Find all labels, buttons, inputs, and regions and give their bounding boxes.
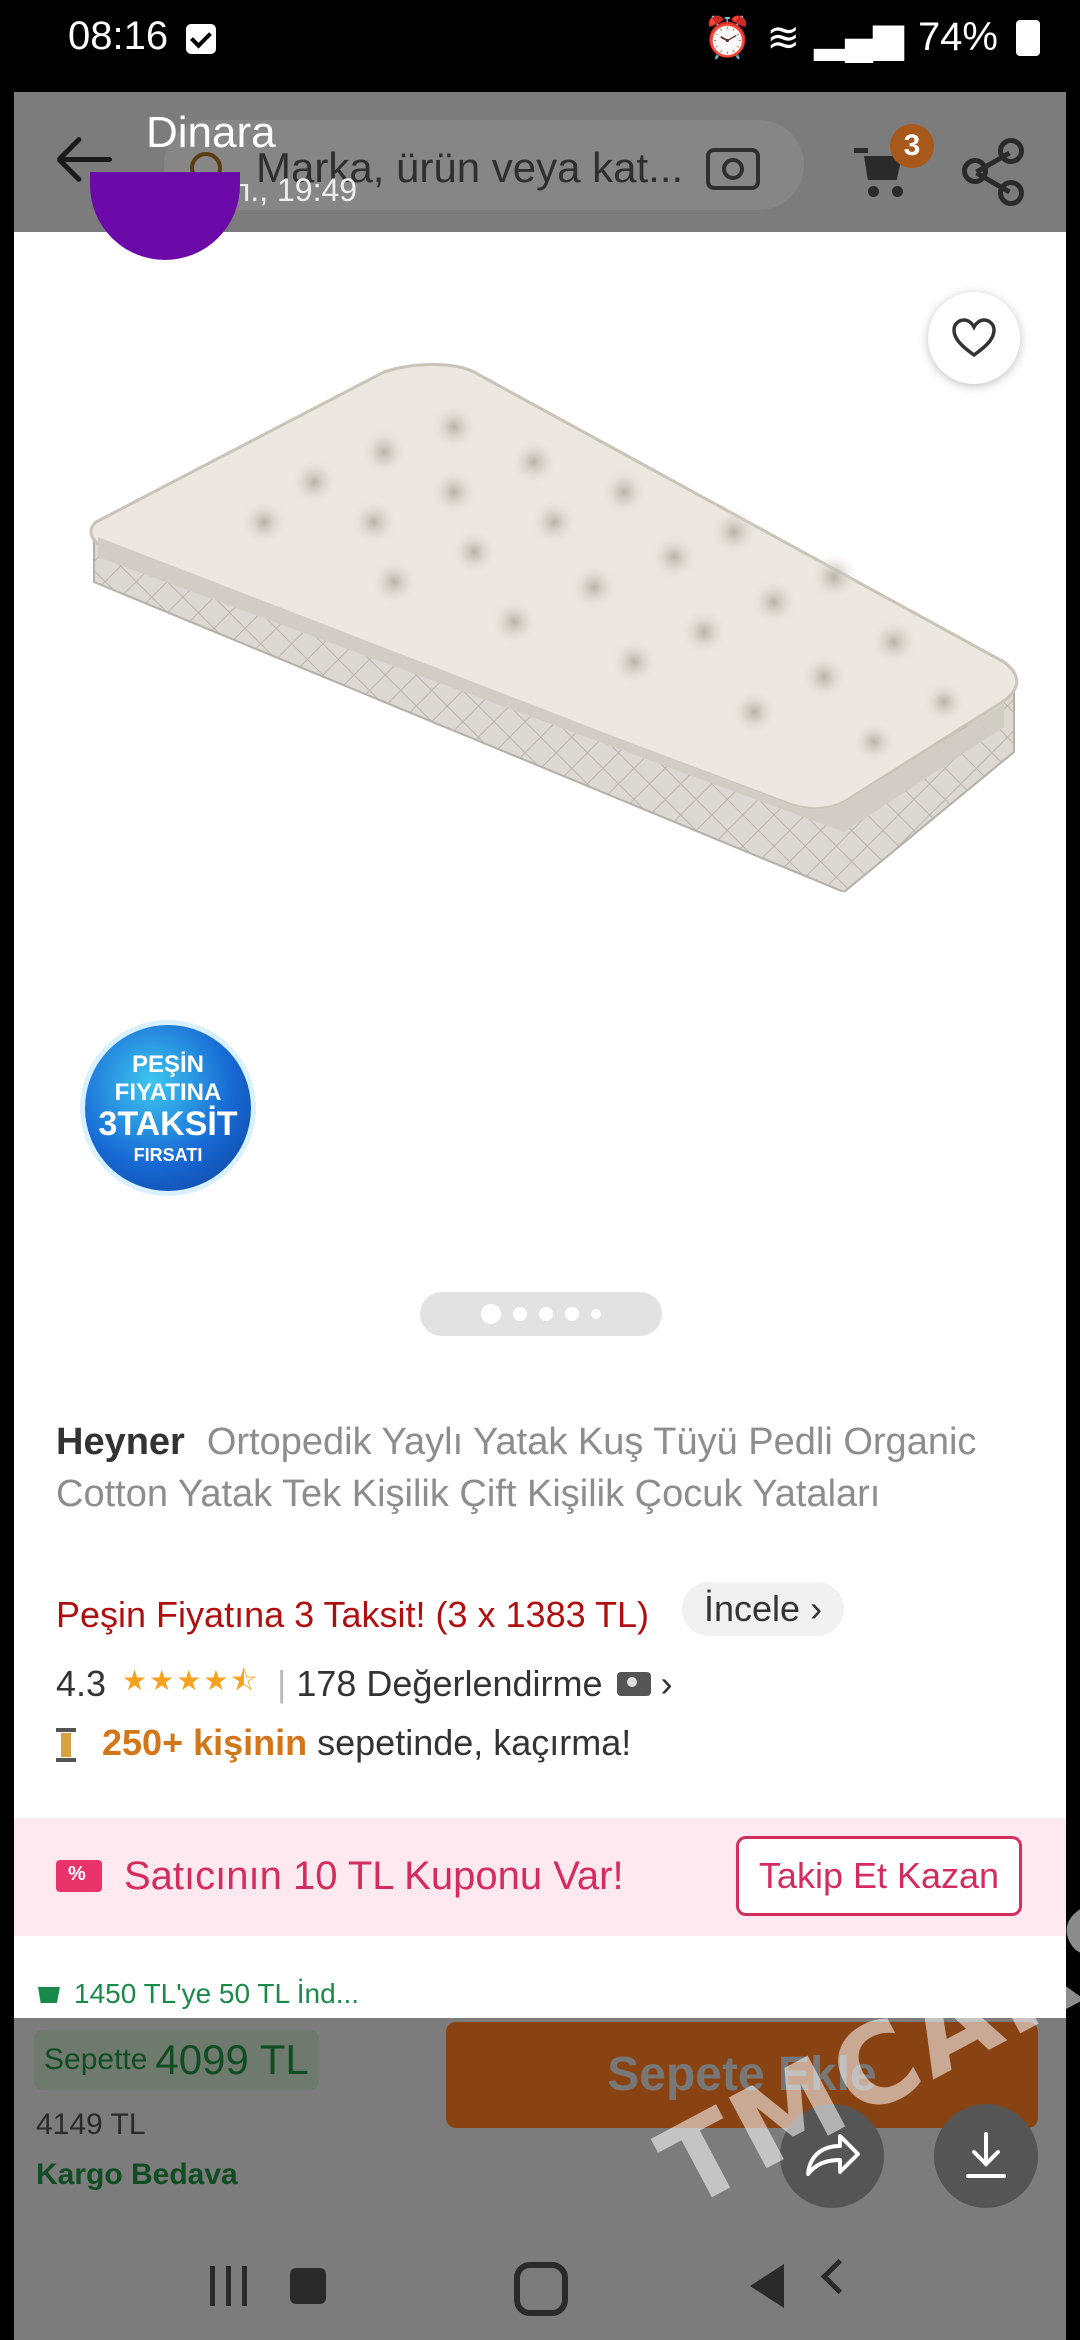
chevron-right-icon: › — [810, 1588, 823, 1629]
basket-count-row: 250+ kişinin sepetinde, kaçırma! — [56, 1722, 631, 1764]
status-bar: 08:16 ⏰ ≋ ▂▄▆ 74% — [0, 0, 1080, 92]
product-title: Heyner Ortopedik Yaylı Yatak Kuş Tüyü Ped… — [56, 1416, 1046, 1520]
rating-row[interactable]: 4.3 ★★★★⯪ | 178 Değerlendirme › — [56, 1660, 673, 1708]
product-name: Ortopedik Yaylı Yatak Kuş Tüyü Pedli Org… — [56, 1421, 977, 1515]
seller-coupon-bar: Satıcının 10 TL Kuponu Var! Takip Et Kaz… — [14, 1818, 1066, 1936]
installment-details-link[interactable]: İncele › — [682, 1582, 845, 1636]
home-button[interactable] — [514, 2262, 568, 2316]
download-icon — [966, 2132, 1006, 2178]
rating-value: 4.3 — [56, 1663, 107, 1704]
star-rating-icon: ★★★★⯪ — [122, 1665, 259, 1696]
original-price: 4149 TL — [36, 2108, 146, 2141]
cart-count-badge: 3 — [890, 124, 934, 168]
pagination-dot[interactable] — [513, 1307, 527, 1321]
promo-sticker — [90, 172, 240, 260]
basket-text: sepetinde, kaçırma! — [317, 1722, 632, 1763]
basket-price-label: Sepette — [44, 2043, 148, 2076]
play-reverse-icon — [750, 2264, 784, 2308]
status-time: 08:16 — [68, 14, 169, 58]
installment-promo-badge: PEŞİN FIYATINA 3TAKSİT FIRSATI — [80, 1020, 256, 1196]
pagination-dot[interactable] — [539, 1307, 553, 1321]
signal-icon: ▂▄▆ — [814, 15, 904, 60]
camera-icon — [616, 1672, 651, 1696]
free-shipping-label: Kargo Bedava — [36, 2158, 238, 2191]
hourglass-icon — [56, 1728, 76, 1763]
cart-discount-text: 1450 TL'ye 50 TL İnd... — [74, 1978, 360, 2009]
basket-count: 250+ kişinin — [102, 1722, 308, 1763]
battery-icon — [1016, 19, 1040, 56]
system-nav-bar — [14, 2208, 1066, 2340]
coupon-text: Satıcının 10 TL Kuponu Var! — [124, 1854, 624, 1898]
recent-apps-button[interactable] — [210, 2266, 254, 2306]
alarm-icon: ⏰ — [702, 16, 753, 60]
review-count: 178 Değerlendirme — [296, 1663, 603, 1704]
stop-icon — [290, 2268, 326, 2304]
battery-percent: 74% — [917, 15, 998, 59]
back-button[interactable] — [820, 2258, 857, 2295]
pagination-dot[interactable] — [591, 1309, 601, 1319]
pagination-dot[interactable] — [481, 1304, 501, 1324]
share-icon[interactable] — [960, 136, 1030, 206]
cart-icon — [38, 1987, 60, 2003]
chevron-right-icon: › — [660, 1663, 673, 1704]
product-brand[interactable]: Heyner — [56, 1421, 185, 1463]
gallery-pagination[interactable] — [420, 1292, 662, 1336]
download-button[interactable] — [934, 2104, 1038, 2208]
product-image — [89, 363, 1019, 892]
coupon-icon — [56, 1860, 102, 1892]
pagination-dot[interactable] — [565, 1307, 579, 1321]
product-image-gallery[interactable]: PEŞİN FIYATINA 3TAKSİT FIRSATI — [14, 172, 1066, 1372]
camera-icon[interactable] — [706, 148, 760, 190]
basket-price-tag: Sepette 4099 TL — [34, 2030, 319, 2090]
basket-price: 4099 TL — [155, 2036, 309, 2083]
installment-text: Peşin Fiyatına 3 Taksit! (3 x 1383 TL) — [56, 1594, 649, 1635]
status-icons: ⏰ ≋ ▂▄▆ 74% — [703, 14, 1040, 61]
sender-name: Dinara — [146, 108, 276, 157]
follow-earn-button[interactable]: Takip Et Kazan — [736, 1836, 1022, 1916]
cart-discount-promo[interactable]: 1450 TL'ye 50 TL İnd... — [38, 1978, 359, 2010]
wifi-icon: ≋ — [766, 15, 801, 60]
divider: | — [276, 1663, 287, 1704]
checkbox-notification-icon — [186, 24, 216, 54]
incele-label: İncele — [704, 1588, 801, 1629]
